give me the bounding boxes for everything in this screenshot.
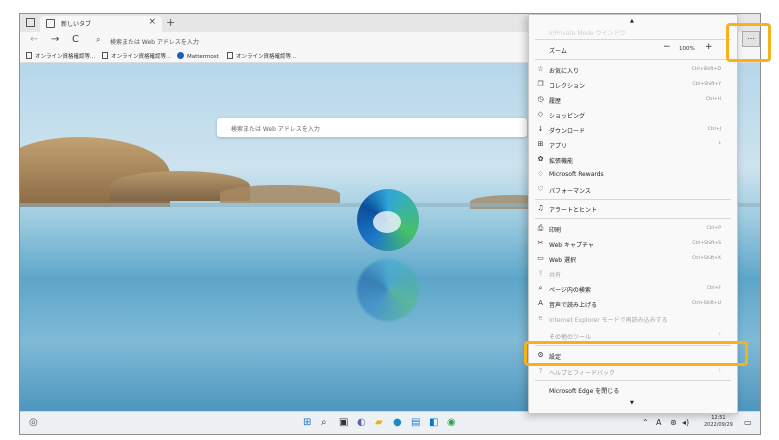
menu-item-collections[interactable]: ❐ コレクション Ctrl+Shift+Y	[529, 77, 737, 92]
apps-icon: ⊞	[537, 140, 544, 148]
menu-divider	[535, 59, 731, 60]
favorite-item-mattermost[interactable]: Mattermost	[177, 52, 219, 60]
read-aloud-icon: A	[538, 299, 543, 307]
menu-divider	[535, 218, 731, 219]
edge-logo-reflection	[357, 259, 419, 321]
background-hill	[220, 185, 340, 203]
new-tab-button[interactable]: +	[166, 16, 175, 29]
menu-item-ie-mode[interactable]: e Internet Explorer モードで再読み込みする	[529, 311, 737, 326]
app-icon[interactable]: ◧	[429, 417, 438, 429]
ie-icon: e	[538, 314, 543, 322]
search-icon: ⌕	[96, 35, 101, 44]
taskbar-search-icon[interactable]: ⌕	[321, 417, 327, 429]
performance-icon: ♡	[537, 185, 544, 193]
volume-icon[interactable]: ◂)	[682, 418, 689, 427]
menu-item-downloads[interactable]: ↓ ダウンロード Ctrl+J	[529, 122, 737, 137]
menu-item-help-feedback[interactable]: ? ヘルプとフィードバック ›	[529, 364, 737, 379]
chevron-right-icon: ›	[718, 139, 721, 147]
clock-date: 2022/09/29	[704, 422, 733, 428]
help-icon: ?	[538, 367, 543, 375]
browser-window: 新しいタブ × + ← → C ⌕ 検索または Web アドレスを入力 オンライ…	[19, 13, 761, 435]
taskbar: ◎ ⊞ ⌕ ▣ ◐ ▰ ● ▤ ◧ ◉ ⌃ A ⊛ ◂) 12:51 2022/…	[20, 411, 760, 434]
web-select-icon: ▭	[537, 254, 544, 262]
menu-item-find-on-page[interactable]: ⌕ ページ内の検索 Ctrl+F	[529, 281, 737, 296]
menu-item-print[interactable]: ⎙ 印刷 Ctrl+P	[529, 221, 737, 236]
menu-item-rewards[interactable]: ♢ Microsoft Rewards	[529, 167, 737, 182]
address-placeholder: 検索または Web アドレスを入力	[110, 39, 199, 46]
history-icon: ◷	[537, 95, 544, 103]
chat-icon[interactable]: ◐	[357, 417, 366, 429]
page-icon	[102, 52, 108, 59]
newtab-search-placeholder: 検索または Web アドレスを入力	[231, 126, 320, 133]
highlight-settings-item	[524, 341, 748, 366]
menu-item-share[interactable]: ⇪ 共有	[529, 266, 737, 281]
menu-item-shopping[interactable]: ◇ ショッピング	[529, 107, 737, 122]
favorite-item[interactable]: オンライン資格確認等...	[227, 52, 296, 60]
favorite-item[interactable]: オンライン資格確認等...	[26, 52, 95, 60]
menu-divider	[535, 380, 731, 381]
menu-item-web-capture[interactable]: ✂ Web キャプチャ Ctrl+Shift+S	[529, 236, 737, 251]
download-icon: ↓	[537, 125, 544, 133]
mattermost-icon	[177, 52, 184, 59]
forward-button[interactable]: →	[51, 34, 59, 45]
chevron-right-icon: ›	[718, 330, 721, 338]
menu-item-read-aloud[interactable]: A 音声で読み上げる Ctrl+Shift+U	[529, 296, 737, 311]
web-capture-icon: ✂	[537, 239, 544, 247]
menu-item-performance[interactable]: ♡ パフォーマンス	[529, 182, 737, 197]
menu-item-inprivate[interactable]: InPrivate Mode ウインドウ	[529, 24, 737, 39]
highlight-more-button	[726, 23, 771, 62]
tray-chevron-icon[interactable]: ⌃	[642, 418, 649, 427]
app-icon[interactable]: ◉	[447, 417, 456, 429]
clock[interactable]: 12:51 2022/09/29	[704, 415, 733, 429]
edge-taskbar-icon[interactable]: ●	[393, 417, 402, 429]
network-icon[interactable]: ⊛	[670, 418, 677, 427]
zoom-in-button[interactable]: +	[705, 42, 713, 52]
edge-logo-icon	[357, 189, 419, 251]
print-icon: ⎙	[537, 224, 544, 232]
menu-item-history[interactable]: ◷ 履歴 Ctrl+H	[529, 92, 737, 107]
back-button[interactable]: ←	[30, 34, 38, 45]
favorite-item[interactable]: オンライン資格確認等...	[102, 52, 171, 60]
menu-divider	[535, 199, 731, 200]
store-icon[interactable]: ▤	[411, 417, 420, 429]
page-icon	[46, 19, 55, 28]
menu-item-close-edge[interactable]: Microsoft Edge を閉じる	[529, 382, 737, 397]
menu-item-extensions[interactable]: ✿ 拡張機能	[529, 152, 737, 167]
address-bar[interactable]: ⌕ 検索または Web アドレスを入力	[90, 34, 530, 48]
rewards-icon: ♢	[537, 170, 544, 178]
menu-divider	[535, 39, 731, 40]
ime-indicator[interactable]: A	[656, 418, 661, 427]
widgets-icon[interactable]: ◎	[29, 417, 38, 429]
extensions-icon: ✿	[537, 155, 544, 163]
tab-label: 新しいタブ	[61, 21, 92, 28]
menu-item-web-select[interactable]: ▭ Web 選択 Ctrl+Shift+X	[529, 251, 737, 266]
shopping-tag-icon: ◇	[537, 110, 544, 118]
menu-item-alerts-tips[interactable]: ♫ アラートとヒント	[529, 201, 737, 216]
find-icon: ⌕	[538, 284, 543, 292]
zoom-value: 100%	[679, 46, 695, 52]
zoom-out-button[interactable]: −	[663, 42, 671, 52]
chevron-right-icon: ›	[718, 366, 721, 374]
collections-icon: ❐	[537, 80, 544, 88]
page-icon	[26, 52, 32, 59]
star-icon: ☆	[537, 65, 544, 73]
clock-time: 12:51	[711, 415, 726, 421]
refresh-button[interactable]: C	[72, 34, 79, 45]
share-icon: ⇪	[537, 269, 544, 277]
zoom-label: ズーム	[549, 48, 567, 55]
bell-icon: ♫	[537, 204, 544, 212]
task-view-icon[interactable]: ▣	[339, 417, 348, 429]
newtab-search-box[interactable]: 検索または Web アドレスを入力	[217, 118, 527, 137]
menu-scroll-down-icon[interactable]: ▼	[630, 400, 634, 406]
window-menu-icon[interactable]	[26, 18, 35, 27]
tab-close-icon[interactable]: ×	[148, 17, 156, 27]
page-icon	[227, 52, 233, 59]
menu-item-apps[interactable]: ⊞ アプリ ›	[529, 137, 737, 152]
start-icon[interactable]: ⊞	[303, 417, 311, 429]
tab-new-tab[interactable]: 新しいタブ ×	[40, 16, 162, 32]
notification-icon[interactable]: ▭	[744, 418, 752, 427]
file-explorer-icon[interactable]: ▰	[375, 417, 383, 429]
menu-item-favorites[interactable]: ☆ お気に入り Ctrl+Shift+O	[529, 62, 737, 77]
